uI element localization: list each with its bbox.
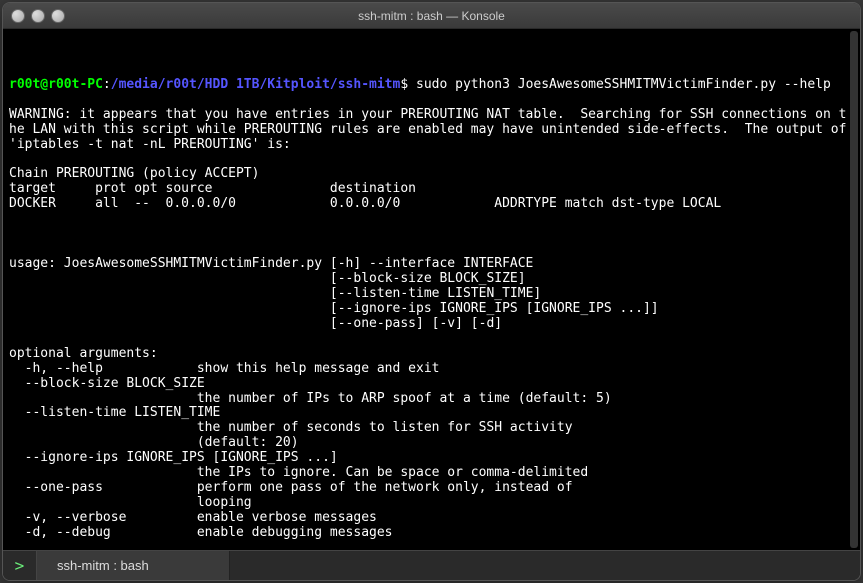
terminal-content[interactable]: r00t@r00t-PC:/media/r00t/HDD 1TB/Kitploi… xyxy=(9,78,854,550)
prompt-user-host: r00t@r00t-PC xyxy=(9,77,103,92)
tab-label: ssh-mitm : bash xyxy=(57,558,149,573)
window-title: ssh-mitm : bash — Konsole xyxy=(358,9,505,23)
konsole-window: ssh-mitm : bash — Konsole r00t@r00t-PC:/… xyxy=(2,2,861,581)
terminal-area[interactable]: r00t@r00t-PC:/media/r00t/HDD 1TB/Kitploi… xyxy=(3,29,860,550)
titlebar-buttons xyxy=(11,9,65,23)
command-output: WARNING: it appears that you have entrie… xyxy=(9,107,854,550)
prompt-dollar: $ xyxy=(400,77,408,92)
maximize-button[interactable] xyxy=(51,9,65,23)
new-tab-button[interactable]: > xyxy=(3,551,37,580)
tab-ssh-mitm[interactable]: ssh-mitm : bash xyxy=(37,551,230,580)
prompt-sep: : xyxy=(103,77,111,92)
minimize-button[interactable] xyxy=(31,9,45,23)
command-text: sudo python3 JoesAwesomeSSHMITMVictimFin… xyxy=(416,77,831,92)
titlebar[interactable]: ssh-mitm : bash — Konsole xyxy=(3,3,860,29)
prompt-path: /media/r00t/HDD 1TB/Kitploit/ssh-mitm xyxy=(111,77,401,92)
close-button[interactable] xyxy=(11,9,25,23)
tab-bar: > ssh-mitm : bash xyxy=(3,550,860,580)
new-tab-icon: > xyxy=(15,556,25,575)
terminal-scrollbar[interactable] xyxy=(850,31,858,548)
